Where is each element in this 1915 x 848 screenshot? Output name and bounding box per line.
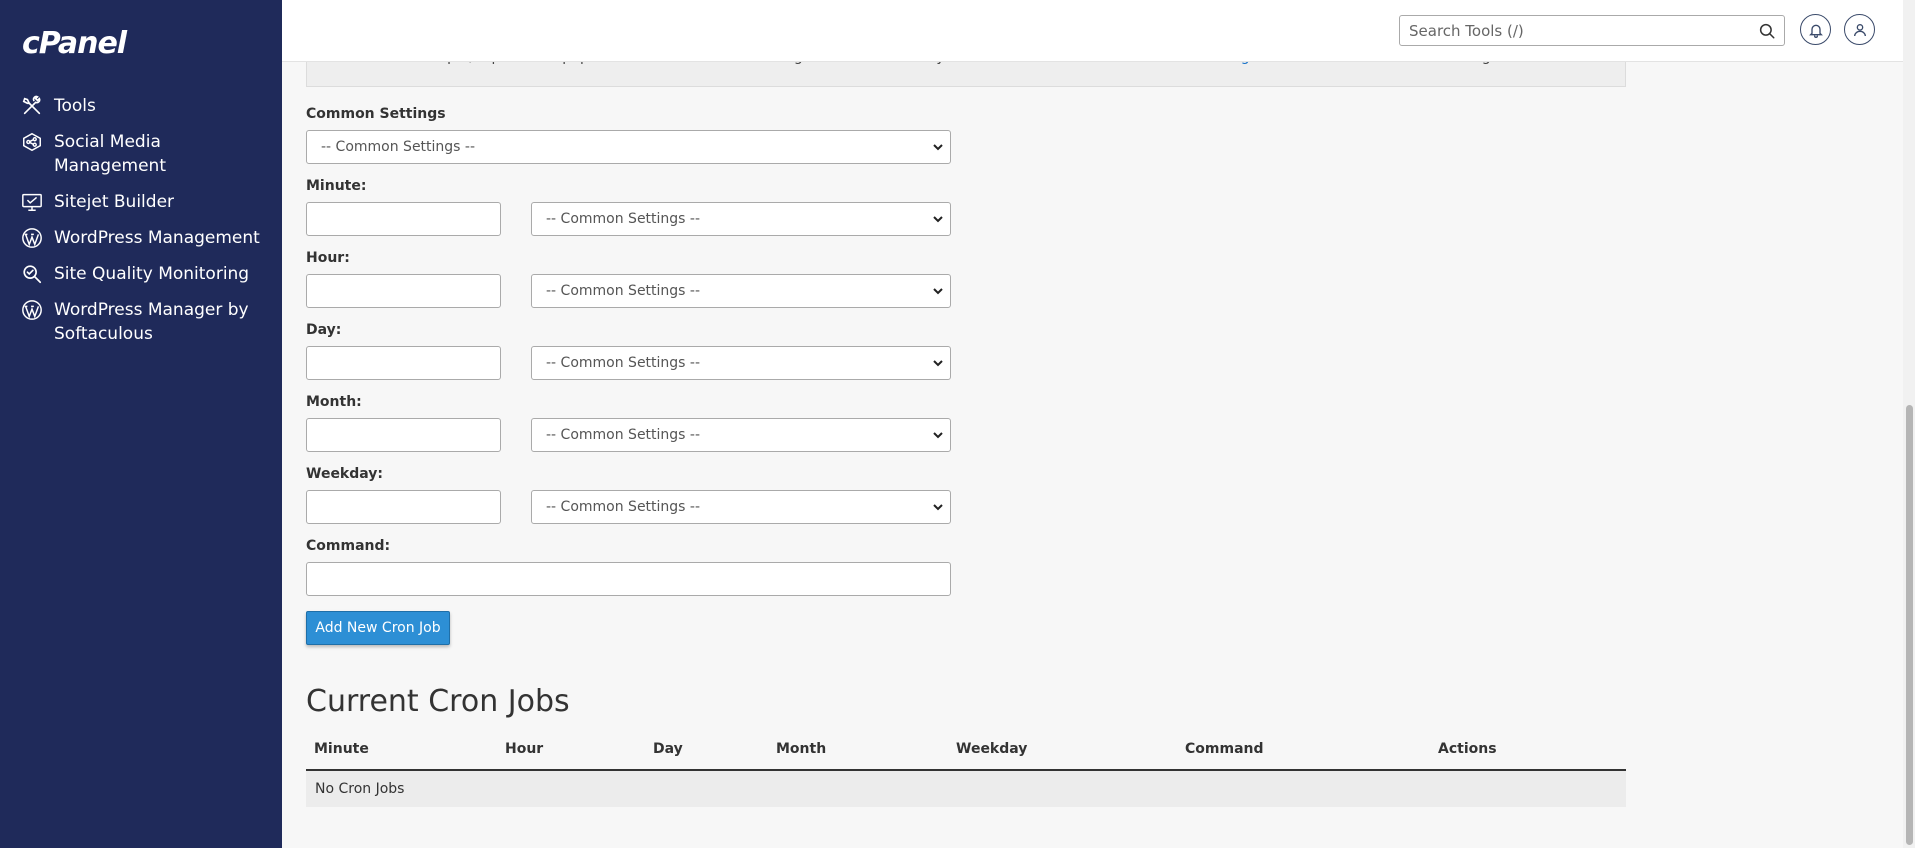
column-header-weekday[interactable]: Weekday <box>956 741 1027 757</box>
sidebar-item-label: Tools <box>54 96 96 116</box>
empty-state-text: No Cron Jobs <box>315 781 405 797</box>
chevron-down-icon <box>933 432 943 439</box>
hour-label: Hour: <box>306 250 350 266</box>
table-row: No Cron Jobs <box>306 771 1626 807</box>
select-value: -- Common Settings -- <box>546 427 701 443</box>
current-cron-jobs-title: Current Cron Jobs <box>306 684 570 719</box>
month-input[interactable] <box>306 418 501 452</box>
chevron-down-icon <box>933 144 943 151</box>
weekday-select[interactable]: -- Common Settings -- <box>531 490 951 524</box>
user-menu-button[interactable] <box>1844 14 1875 45</box>
column-header-actions: Actions <box>1438 741 1497 757</box>
weekday-label: Weekday: <box>306 466 384 482</box>
wordpress-icon <box>20 226 44 250</box>
user-icon <box>1853 23 1866 36</box>
select-value: -- Common Settings -- <box>321 139 476 155</box>
bell-icon <box>1808 24 1823 38</box>
day-label: Day: <box>306 322 342 338</box>
hour-select[interactable]: -- Common Settings -- <box>531 274 951 308</box>
column-header-minute[interactable]: Minute <box>314 741 369 757</box>
month-label: Month: <box>306 394 362 410</box>
select-value: -- Common Settings -- <box>546 211 701 227</box>
magnifier-icon <box>20 262 44 286</box>
cron-jobs-table: Minute Hour Day Month Weekday Command Ac… <box>306 735 1626 807</box>
sidebar: cPanel Tools Social Media Management Sit… <box>0 0 282 848</box>
chevron-down-icon <box>933 288 943 295</box>
sidebar-nav: Tools Social Media Management Sitejet Bu… <box>0 94 282 358</box>
cpanel-logo[interactable]: cPanel <box>22 26 127 61</box>
day-select[interactable]: -- Common Settings -- <box>531 346 951 380</box>
sidebar-item-social-media[interactable]: Social Media Management <box>0 130 282 178</box>
column-header-hour[interactable]: Hour <box>505 741 543 757</box>
chevron-down-icon <box>933 360 943 367</box>
search-input[interactable] <box>1400 16 1758 45</box>
column-header-command[interactable]: Command <box>1185 741 1264 757</box>
command-input[interactable] <box>306 562 951 596</box>
search-icon[interactable] <box>1758 22 1776 40</box>
add-cron-job-button[interactable]: Add New Cron Job <box>306 611 450 645</box>
select-value: -- Common Settings -- <box>546 283 701 299</box>
sidebar-item-tools[interactable]: Tools <box>0 94 282 118</box>
social-media-icon <box>20 130 44 154</box>
sidebar-item-label: Sitejet Builder <box>54 192 175 212</box>
select-value: -- Common Settings -- <box>546 499 701 515</box>
select-value: -- Common Settings -- <box>546 355 701 371</box>
sidebar-item-label: WordPress Management <box>54 228 260 248</box>
table-header: Minute Hour Day Month Weekday Command Ac… <box>306 735 1626 771</box>
top-header <box>282 0 1915 62</box>
scrollbar-thumb[interactable] <box>1906 405 1913 845</box>
command-label: Command: <box>306 538 391 554</box>
sidebar-item-site-quality[interactable]: Site Quality Monitoring <box>0 262 282 286</box>
sidebar-item-label: Social Media Management <box>54 132 166 176</box>
sidebar-item-wordpress-management[interactable]: WordPress Management <box>0 226 282 250</box>
tools-icon <box>20 94 44 118</box>
sidebar-item-sitejet[interactable]: Sitejet Builder <box>0 190 282 214</box>
chevron-down-icon <box>933 216 943 223</box>
page-scrollbar[interactable] <box>1903 0 1915 848</box>
hour-input[interactable] <box>306 274 501 308</box>
monitor-icon <box>20 190 44 214</box>
notifications-button[interactable] <box>1800 14 1831 45</box>
weekday-input[interactable] <box>306 490 501 524</box>
column-header-month[interactable]: Month <box>776 741 826 757</box>
sidebar-item-label: WordPress Manager by Softaculous <box>54 300 249 344</box>
sidebar-item-label: Site Quality Monitoring <box>54 264 250 284</box>
minute-label: Minute: <box>306 178 367 194</box>
minute-input[interactable] <box>306 202 501 236</box>
month-select[interactable]: -- Common Settings -- <box>531 418 951 452</box>
wordpress-icon <box>20 298 44 322</box>
day-input[interactable] <box>306 346 501 380</box>
chevron-down-icon <box>933 504 943 511</box>
column-header-day[interactable]: Day <box>653 741 683 757</box>
common-settings-select[interactable]: -- Common Settings -- <box>306 130 951 164</box>
sidebar-item-wordpress-manager-softaculous[interactable]: WordPress Manager by Softaculous <box>0 298 282 346</box>
minute-select[interactable]: -- Common Settings -- <box>531 202 951 236</box>
search-box[interactable] <box>1399 15 1785 46</box>
common-settings-label: Common Settings <box>306 106 446 122</box>
